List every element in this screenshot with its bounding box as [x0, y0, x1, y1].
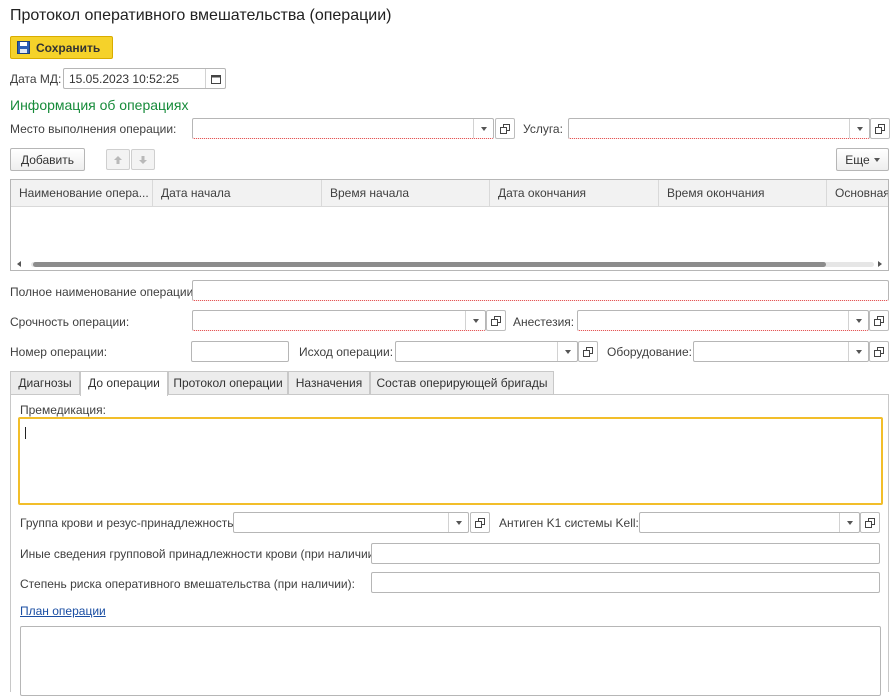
tab-operation-protocol[interactable]: Протокол операции	[168, 371, 288, 395]
other-blood-label: Иные сведения групповой принадлежности к…	[20, 547, 382, 561]
text-cursor	[25, 427, 26, 439]
plan-link[interactable]: План операции	[20, 604, 106, 618]
op-number-input[interactable]	[191, 341, 289, 362]
open-anesthesia-button[interactable]	[869, 310, 889, 331]
column-header[interactable]: Основная	[827, 180, 888, 207]
equipment-select[interactable]	[693, 341, 869, 362]
op-number-label: Номер операции:	[10, 345, 108, 359]
plan-textarea[interactable]	[20, 626, 881, 696]
table-header: Наименование опера... Дата начала Время …	[11, 180, 888, 207]
open-blood-group-button[interactable]	[470, 512, 490, 533]
chevron-down-icon[interactable]	[473, 119, 493, 138]
scroll-left-icon[interactable]	[17, 261, 21, 267]
blood-group-select[interactable]	[233, 512, 469, 533]
move-down-button[interactable]	[131, 149, 155, 170]
anesthesia-select[interactable]	[577, 310, 869, 331]
save-button-label: Сохранить	[36, 40, 101, 55]
tab-prescriptions[interactable]: Назначения	[288, 371, 370, 395]
tab-diagnoses[interactable]: Диагнозы	[10, 371, 80, 395]
blood-group-label: Группа крови и резус-принадлежность:	[20, 516, 237, 530]
move-up-button[interactable]	[106, 149, 130, 170]
column-header[interactable]: Время окончания	[659, 180, 827, 207]
outcome-label: Исход операции:	[299, 345, 394, 359]
add-button[interactable]: Добавить	[10, 148, 85, 171]
kell-select[interactable]	[639, 512, 860, 533]
date-label: Дата МД:	[10, 72, 62, 86]
chevron-down-icon[interactable]	[465, 311, 485, 330]
open-window-icon	[865, 517, 875, 528]
tab-before-operation[interactable]: До операции	[80, 371, 168, 396]
place-label: Место выполнения операции:	[10, 122, 177, 136]
open-window-icon	[500, 123, 510, 134]
open-place-button[interactable]	[495, 118, 515, 139]
scroll-right-icon[interactable]	[878, 261, 882, 267]
arrow-down-icon	[139, 155, 147, 164]
anesthesia-label: Анестезия:	[513, 315, 575, 329]
chevron-down-icon[interactable]	[448, 513, 468, 532]
full-name-input[interactable]	[192, 280, 889, 301]
open-window-icon	[475, 517, 485, 528]
open-window-icon	[583, 346, 593, 357]
other-blood-input[interactable]	[371, 543, 880, 564]
column-header[interactable]: Время начала	[322, 180, 490, 207]
equipment-label: Оборудование:	[607, 345, 692, 359]
chevron-down-icon[interactable]	[848, 311, 868, 330]
open-window-icon	[874, 315, 884, 326]
page-title: Протокол оперативного вмешательства (опе…	[10, 7, 392, 24]
chevron-down-icon[interactable]	[557, 342, 577, 361]
place-select[interactable]	[192, 118, 494, 139]
chevron-down-icon[interactable]	[848, 342, 868, 361]
operations-info-title: Информация об операциях	[10, 97, 189, 113]
chevron-down-icon[interactable]	[839, 513, 859, 532]
open-window-icon	[874, 346, 884, 357]
risk-label: Степень риска оперативного вмешательства…	[20, 577, 355, 591]
service-select[interactable]	[568, 118, 870, 139]
kell-label: Антиген K1 системы Kell:	[499, 516, 639, 530]
floppy-disk-icon	[17, 41, 30, 54]
open-outcome-button[interactable]	[578, 341, 598, 362]
column-header[interactable]: Наименование опера...	[11, 180, 153, 207]
urgency-select[interactable]	[192, 310, 486, 331]
arrow-up-icon	[114, 155, 122, 164]
column-header[interactable]: Дата начала	[153, 180, 322, 207]
more-button-label: Еще	[845, 152, 870, 167]
outcome-select[interactable]	[395, 341, 578, 362]
date-value: 15.05.2023 10:52:25	[69, 72, 180, 86]
risk-input[interactable]	[371, 572, 880, 593]
full-name-label: Полное наименование операции:	[10, 285, 197, 299]
tab-surgical-team[interactable]: Состав оперирующей бригады	[370, 371, 554, 395]
open-kell-button[interactable]	[860, 512, 880, 533]
calendar-icon[interactable]	[205, 69, 225, 88]
premedication-textarea[interactable]	[18, 417, 883, 505]
premedication-label: Премедикация:	[20, 403, 106, 417]
open-urgency-button[interactable]	[486, 310, 506, 331]
open-window-icon	[491, 315, 501, 326]
date-field[interactable]: 15.05.2023 10:52:25	[63, 68, 226, 89]
operations-table[interactable]: Наименование опера... Дата начала Время …	[10, 179, 889, 271]
chevron-down-icon	[873, 157, 880, 162]
chevron-down-icon[interactable]	[849, 119, 869, 138]
open-service-button[interactable]	[870, 118, 890, 139]
open-equipment-button[interactable]	[869, 341, 889, 362]
save-button[interactable]: Сохранить	[10, 36, 113, 59]
open-window-icon	[875, 123, 885, 134]
more-button[interactable]: Еще	[836, 148, 889, 171]
column-header[interactable]: Дата окончания	[490, 180, 659, 207]
horizontal-scrollbar[interactable]	[11, 258, 888, 270]
urgency-label: Срочность операции:	[10, 315, 130, 329]
service-label: Услуга:	[523, 122, 563, 136]
scroll-thumb[interactable]	[33, 262, 826, 267]
